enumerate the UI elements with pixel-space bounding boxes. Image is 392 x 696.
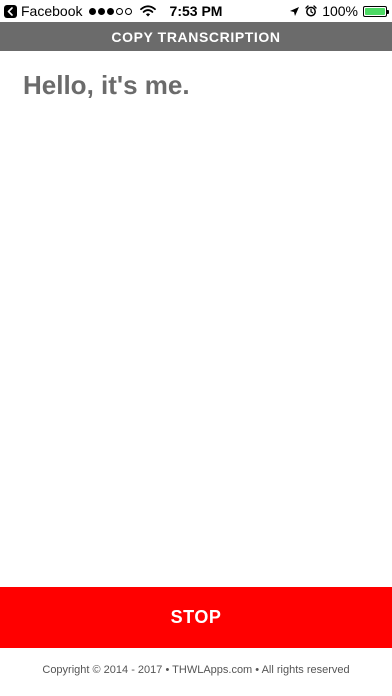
status-bar: Facebook 7:53 PM 100% bbox=[0, 0, 392, 22]
alarm-clock-icon bbox=[305, 5, 317, 17]
battery-icon bbox=[363, 5, 389, 17]
stop-button[interactable]: STOP bbox=[0, 587, 392, 648]
location-arrow-icon bbox=[290, 6, 300, 16]
copy-transcription-button[interactable]: COPY TRANSCRIPTION bbox=[0, 22, 392, 51]
battery-fill bbox=[365, 7, 385, 15]
battery-tip bbox=[387, 9, 389, 14]
header-title: COPY TRANSCRIPTION bbox=[111, 28, 281, 45]
status-bar-right: 100% bbox=[289, 3, 389, 19]
copyright-footer: Copyright © 2014 - 2017 • THWLApps.com •… bbox=[42, 664, 350, 676]
transcript-text: Hello, it's me. bbox=[23, 70, 190, 100]
battery-percent: 100% bbox=[322, 3, 358, 19]
